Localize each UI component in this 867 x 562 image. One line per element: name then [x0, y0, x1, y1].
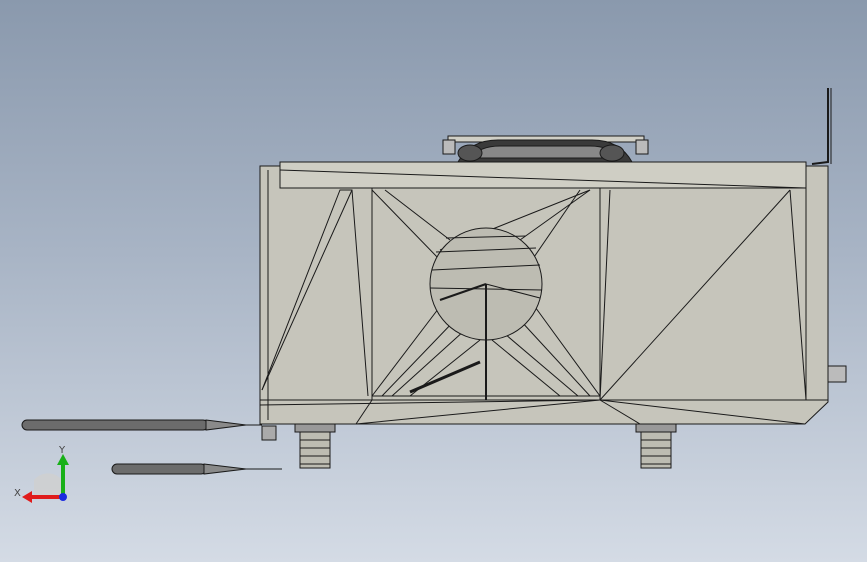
x-axis-arrow: [22, 491, 32, 503]
right-handle: [811, 88, 832, 165]
cad-viewport[interactable]: Y X: [0, 0, 867, 562]
probe-upper: [21, 419, 262, 431]
side-connector: [827, 365, 847, 383]
triad-plane: [34, 473, 62, 498]
probe-lower: [111, 463, 282, 475]
right-foot: [635, 423, 677, 469]
y-axis-label: Y: [58, 445, 66, 456]
z-axis-dot: [59, 493, 67, 501]
left-small-bracket: [261, 425, 277, 441]
main-body: [259, 161, 829, 425]
orientation-triad: Y X: [14, 445, 69, 503]
model-drawing[interactable]: [0, 0, 867, 562]
left-foot: [294, 423, 336, 469]
top-fan: [442, 135, 649, 163]
x-axis-label: X: [14, 488, 21, 499]
